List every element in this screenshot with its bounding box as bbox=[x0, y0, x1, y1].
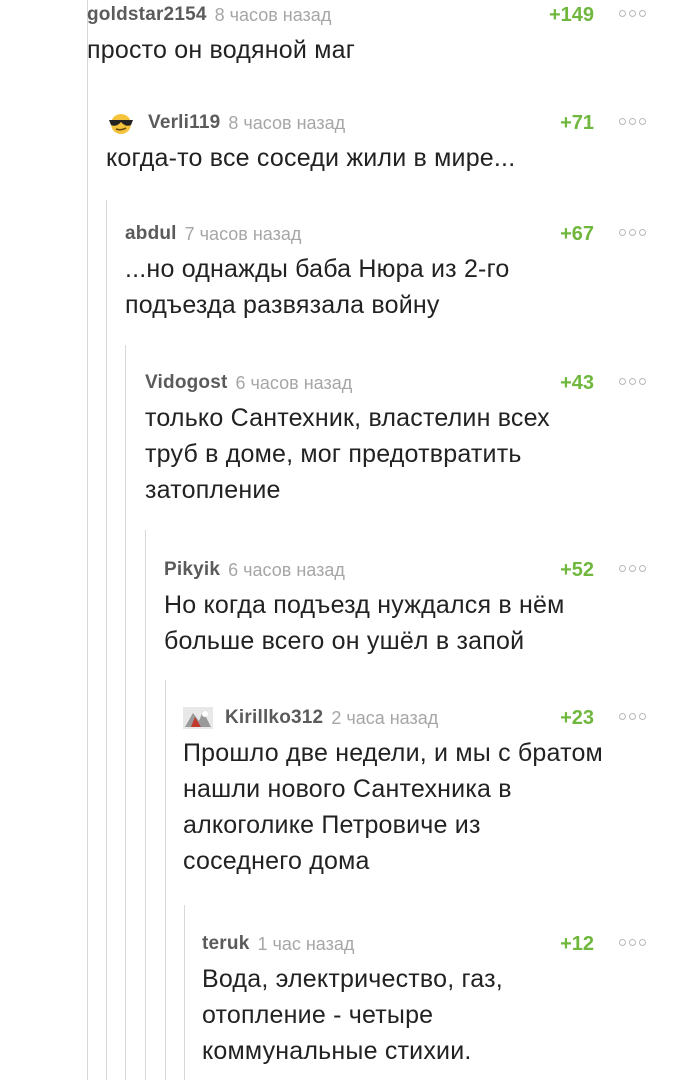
more-options-icon[interactable] bbox=[619, 378, 646, 385]
comment-time[interactable]: 8 часов назад bbox=[228, 113, 345, 134]
comment: teruk 1 час назад +12 Вода, электричеств… bbox=[202, 931, 646, 1069]
comment-text: ...но однажды баба Нюра из 2-го подъезда… bbox=[125, 251, 646, 323]
comment-text-line: коммунальные стихии. bbox=[202, 1037, 472, 1065]
comment: abdul 7 часов назад +67 ...но однажды ба… bbox=[125, 221, 646, 323]
comment-header: teruk 1 час назад +12 bbox=[202, 931, 646, 957]
comment-author[interactable]: Kirillko312 bbox=[225, 707, 323, 729]
comment: goldstar2154 8 часов назад +149 просто о… bbox=[87, 2, 646, 68]
comment: Vidogost 6 часов назад +43 только Сантех… bbox=[145, 370, 646, 508]
comment-text: Прошло две недели, и мы с братом нашли н… bbox=[183, 735, 646, 879]
comment-time[interactable]: 7 часов назад bbox=[185, 224, 302, 245]
comment-author[interactable]: goldstar2154 bbox=[87, 4, 207, 26]
comment-rating: +71 bbox=[560, 111, 594, 134]
sunglasses-smiley-icon[interactable] bbox=[106, 112, 136, 134]
comment-author[interactable]: Pikyik bbox=[164, 559, 220, 581]
comment-text-line: соседнего дома bbox=[183, 847, 370, 875]
comment-text: Вода, электричество, газ, отопление - че… bbox=[202, 961, 646, 1069]
comment-header: Vidogost 6 часов назад +43 bbox=[145, 370, 646, 396]
thread-line bbox=[145, 530, 146, 1080]
comment-author[interactable]: Verli119 bbox=[148, 112, 220, 134]
comment-text-line: Вода, электричество, газ, bbox=[202, 965, 503, 993]
thread-line bbox=[125, 345, 126, 1080]
comment-header: Kirillko312 2 часа назад +23 bbox=[183, 705, 646, 731]
comment-text: просто он водяной маг bbox=[87, 36, 356, 64]
thread-line bbox=[165, 680, 166, 1080]
comment-header: Verli119 8 часов назад +71 bbox=[106, 110, 646, 136]
comment-text-line: затопление bbox=[145, 476, 281, 504]
comment-header: abdul 7 часов назад +67 bbox=[125, 221, 646, 247]
comment-time[interactable]: 6 часов назад bbox=[236, 373, 353, 394]
comment-author[interactable]: teruk bbox=[202, 933, 249, 955]
comment-text-line: ...но однажды баба Нюра из 2-го bbox=[125, 255, 510, 283]
comment-text-line: нашли нового Сантехника в bbox=[183, 775, 512, 803]
comment-text-line: Но когда подъезд нуждался в нём bbox=[164, 591, 565, 619]
comment-rating: +67 bbox=[560, 222, 594, 245]
comment-header: goldstar2154 8 часов назад +149 bbox=[87, 2, 646, 28]
thread-line bbox=[184, 905, 185, 1080]
more-options-icon[interactable] bbox=[619, 939, 646, 946]
comment: Pikyik 6 часов назад +52 Но когда подъез… bbox=[164, 557, 646, 659]
comment-text-line: Прошло две недели, и мы с братом bbox=[183, 739, 603, 767]
comment-text-line: больше всего он ушёл в запой bbox=[164, 627, 525, 655]
comment-text: только Сантехник, властелин всех труб в … bbox=[145, 400, 646, 508]
comment-time[interactable]: 1 час назад bbox=[257, 934, 354, 955]
more-options-icon[interactable] bbox=[619, 10, 646, 17]
comment-time[interactable]: 8 часов назад bbox=[215, 5, 332, 26]
comment-rating: +12 bbox=[560, 932, 594, 955]
comment-time[interactable]: 6 часов назад bbox=[228, 560, 345, 581]
user-avatar-image[interactable] bbox=[183, 707, 213, 729]
comment-rating: +23 bbox=[560, 706, 594, 729]
comment-rating: +43 bbox=[560, 371, 594, 394]
comment-time[interactable]: 2 часа назад bbox=[331, 708, 438, 729]
comment-text-line: подъезда развязала войну bbox=[125, 291, 440, 319]
more-options-icon[interactable] bbox=[619, 229, 646, 236]
comment: Verli119 8 часов назад +71 когда-то все … bbox=[106, 110, 646, 176]
comment-rating: +52 bbox=[560, 558, 594, 581]
more-options-icon[interactable] bbox=[619, 118, 646, 125]
thread-line bbox=[87, 0, 88, 1080]
comment-text: Но когда подъезд нуждался в нём больше в… bbox=[164, 587, 646, 659]
comment-author[interactable]: abdul bbox=[125, 223, 177, 245]
comment-text-line: алкоголике Петровиче из bbox=[183, 811, 481, 839]
more-options-icon[interactable] bbox=[619, 565, 646, 572]
thread-line bbox=[106, 200, 107, 1080]
comment-text: когда-то все соседи жили в мире... bbox=[106, 144, 516, 172]
comment-header: Pikyik 6 часов назад +52 bbox=[164, 557, 646, 583]
comment-text-line: труб в доме, мог предотвратить bbox=[145, 440, 522, 468]
comment: Kirillko312 2 часа назад +23 Прошло две … bbox=[183, 705, 646, 879]
more-options-icon[interactable] bbox=[619, 713, 646, 720]
comment-text-line: отопление - четыре bbox=[202, 1001, 434, 1029]
comment-text-line: только Сантехник, властелин всех bbox=[145, 404, 550, 432]
comment-author[interactable]: Vidogost bbox=[145, 372, 228, 394]
comment-rating: +149 bbox=[548, 3, 594, 26]
